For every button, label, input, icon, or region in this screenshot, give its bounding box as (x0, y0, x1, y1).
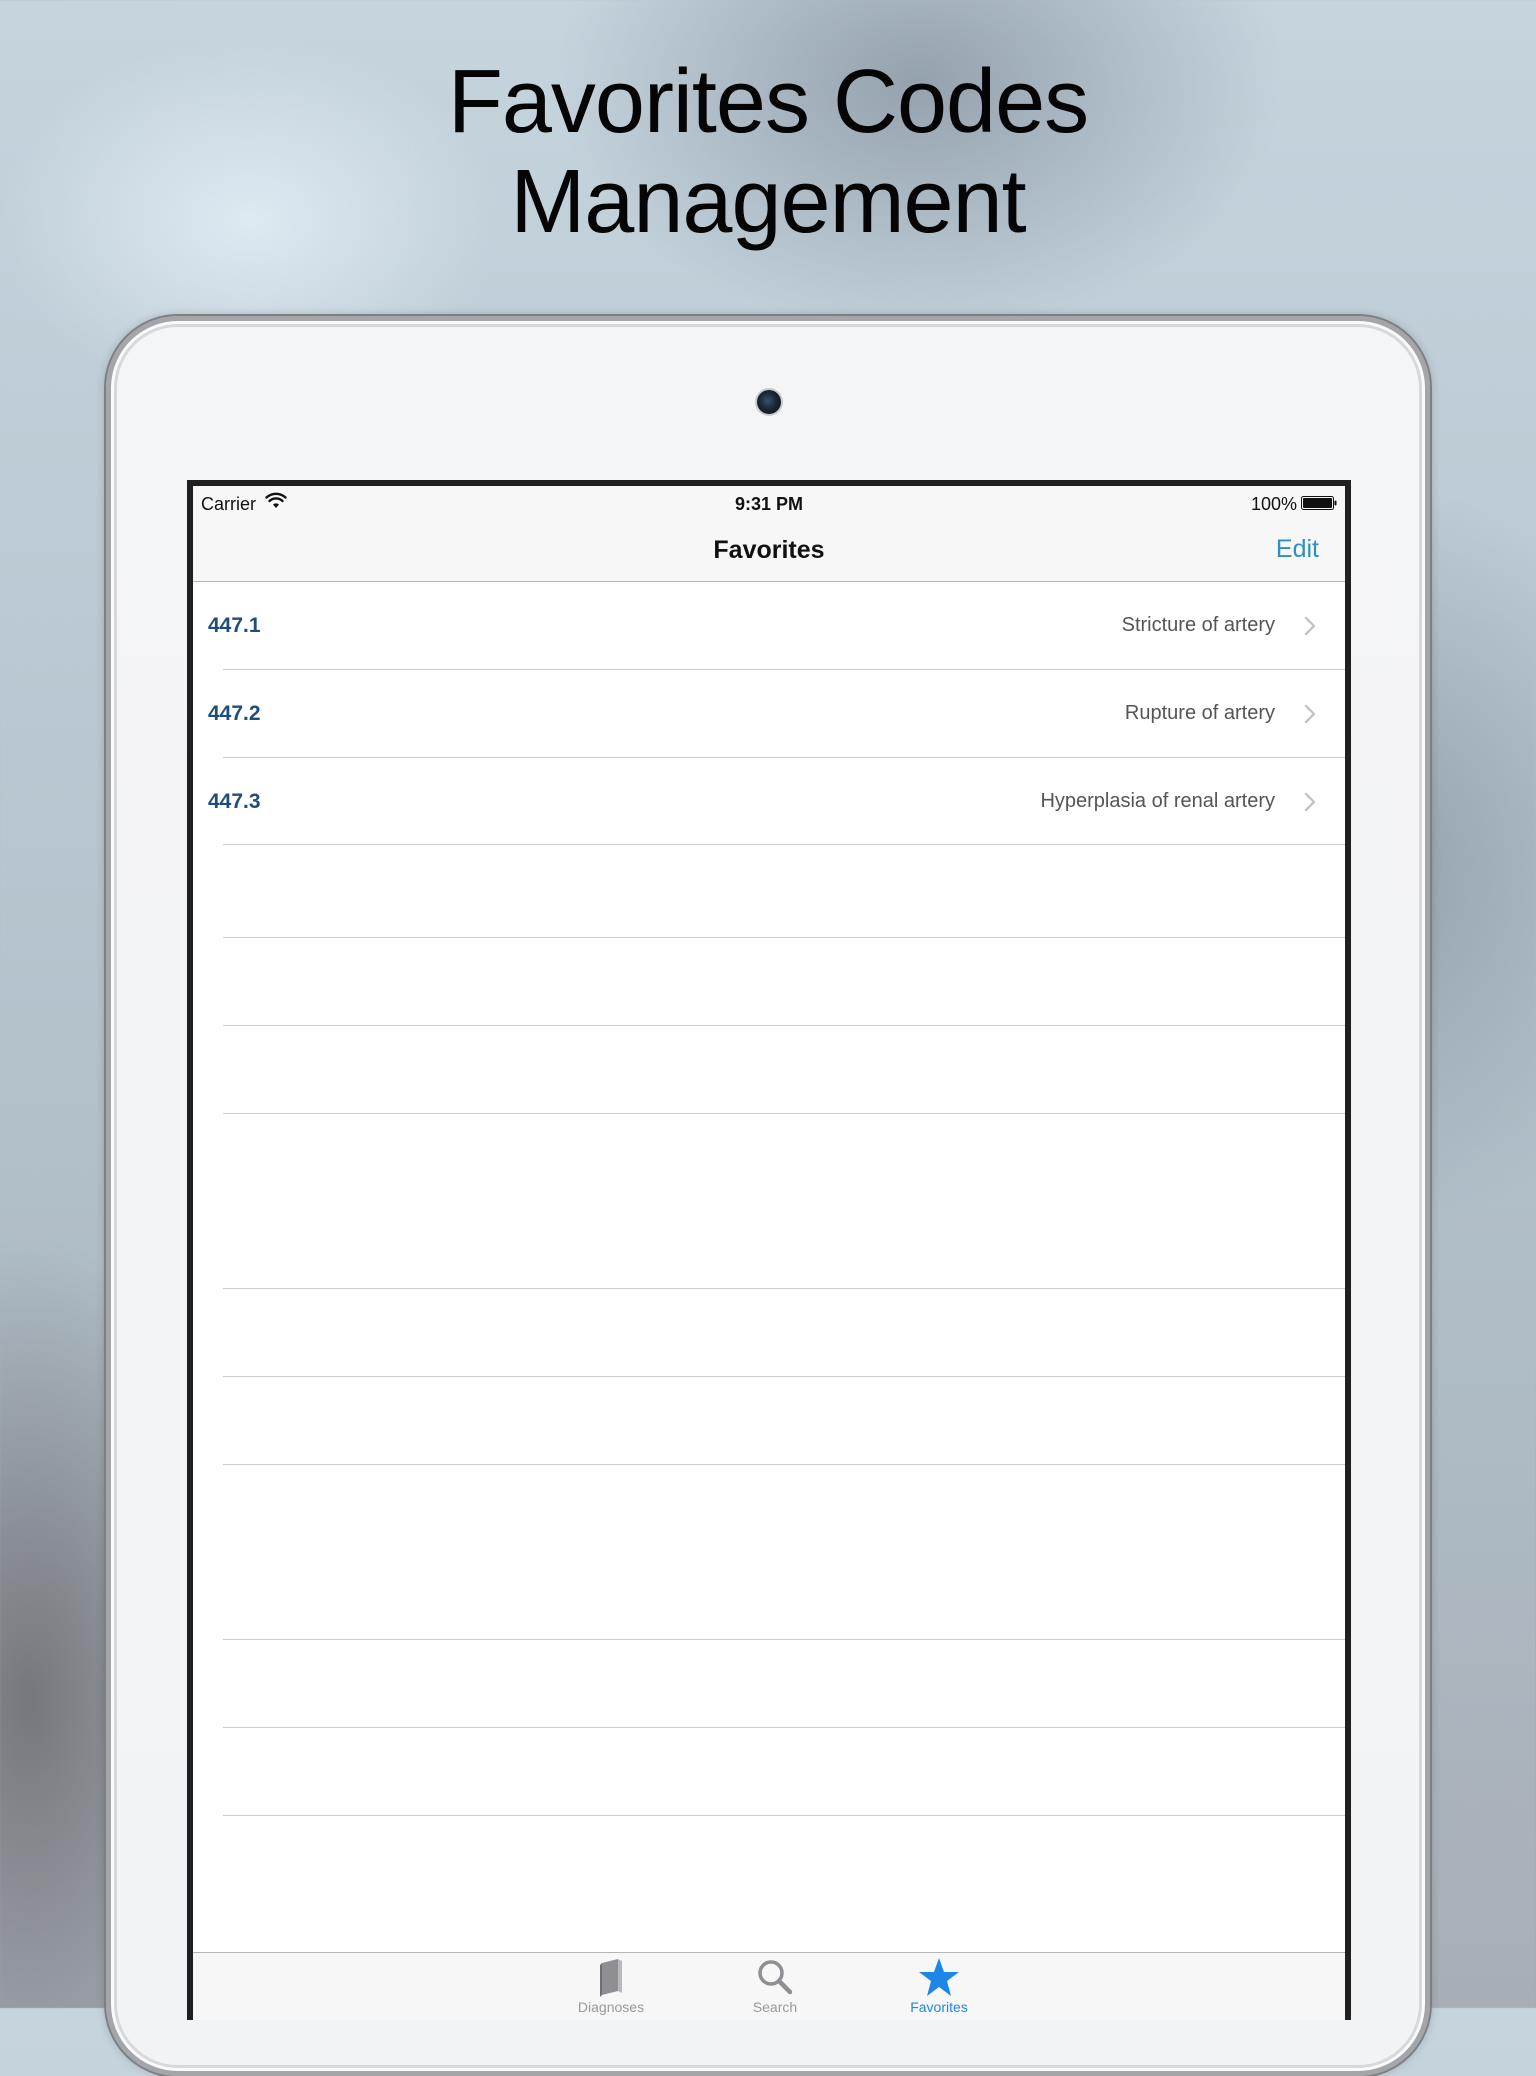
promo-headline: Favorites Codes Management (0, 52, 1536, 252)
battery-percentage: 100% (1250, 494, 1297, 514)
tab-favorites[interactable]: Favorites (879, 1957, 999, 2015)
favorite-code: 447.3 (208, 790, 261, 813)
search-icon (758, 1960, 793, 1995)
empty-separator (223, 1639, 1345, 1640)
empty-separator (223, 1464, 1345, 1465)
chevron-right-icon (1304, 792, 1316, 812)
star-icon (919, 1958, 959, 1996)
favorite-row[interactable]: 447.3 Hyperplasia of renal artery (193, 758, 1345, 845)
page-title: Favorites (713, 536, 825, 564)
favorites-list: 447.1 Stricture of artery 447.2 Rupture … (193, 582, 1345, 845)
front-camera (757, 390, 781, 414)
tab-label: Diagnoses (577, 1999, 645, 2015)
headline-line-2: Management (510, 152, 1026, 252)
status-bar: Carrier 9:31 PM 100% (193, 486, 1345, 518)
status-time: 9:31 PM (734, 494, 804, 514)
favorite-code: 447.1 (208, 614, 261, 637)
headline-line-1: Favorites Codes (447, 52, 1089, 152)
empty-separator (223, 1288, 1345, 1289)
favorite-description: Rupture of artery (1124, 702, 1275, 724)
favorite-description: Hyperplasia of renal artery (1040, 790, 1275, 812)
tab-search[interactable]: Search (715, 1957, 835, 2015)
tab-bar: Diagnoses Search Favorites (193, 1952, 1345, 2020)
empty-separator (223, 1815, 1345, 1816)
book-icon (600, 1959, 622, 1997)
tab-label: Favorites (910, 1999, 968, 2015)
app-screen: Carrier 9:31 PM 100% Favorites Edit 447.… (187, 480, 1351, 2020)
chevron-right-icon (1304, 704, 1316, 724)
empty-separator (223, 1376, 1345, 1377)
chevron-right-icon (1304, 616, 1316, 636)
empty-separator (223, 1113, 1345, 1114)
battery-icon (1301, 496, 1337, 510)
edit-button[interactable]: Edit (1276, 535, 1319, 564)
favorite-description: Stricture of artery (1121, 614, 1275, 636)
tab-diagnoses[interactable]: Diagnoses (551, 1957, 671, 2015)
favorite-code: 447.2 (208, 702, 261, 725)
empty-separator (223, 937, 1345, 938)
navigation-bar: Favorites Edit (193, 518, 1345, 582)
tab-label: Search (752, 1999, 798, 2015)
empty-separator (223, 1727, 1345, 1728)
favorite-row[interactable]: 447.1 Stricture of artery (193, 582, 1345, 670)
empty-separator (223, 1025, 1345, 1026)
favorite-row[interactable]: 447.2 Rupture of artery (193, 670, 1345, 758)
